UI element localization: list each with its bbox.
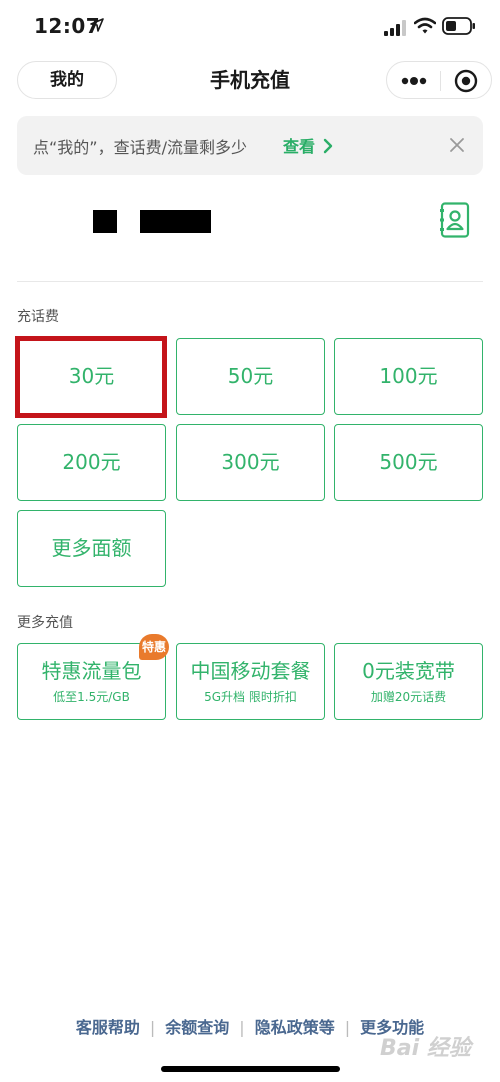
contacts-book-icon[interactable] (440, 202, 470, 238)
footer-separator: | (149, 1018, 156, 1037)
promo-title: 0元装宽带 (362, 659, 455, 683)
capsule-divider (440, 71, 441, 91)
watermark: Bai 经验 (380, 1036, 471, 1061)
footer-separator: | (239, 1018, 245, 1037)
amount-option-300[interactable]: 300元 (176, 424, 325, 501)
promo-card-broadband[interactable]: 0元装宽带 加赠20元话费 (334, 643, 483, 720)
query-banner: 点“我的”，查话费/流量剩多少 查看 (17, 116, 483, 175)
page: 12:07 我的 手机充值 点“我的”，查话费/流量剩多少 查看 充话费 30元… (0, 0, 500, 1082)
signal-icon (384, 20, 406, 36)
promo-card-mobile-plan[interactable]: 中国移动套餐 5G升档 限时折扣 (176, 643, 325, 720)
amount-option-100[interactable]: 100元 (334, 338, 483, 415)
phone-number-redaction (140, 210, 211, 233)
battery-icon (442, 17, 475, 35)
banner-view-link[interactable]: 查看 (283, 133, 315, 157)
target-icon[interactable] (454, 69, 478, 93)
chevron-right-icon[interactable] (323, 138, 333, 154)
promo-badge: 特惠 (139, 634, 169, 660)
footer-separator: | (344, 1018, 351, 1037)
banner-text: 点“我的”，查话费/流量剩多少 (33, 138, 247, 157)
wifi-icon (414, 17, 436, 34)
status-bar: 12:07 (0, 0, 500, 54)
amount-option-500[interactable]: 500元 (334, 424, 483, 501)
footer-link-balance[interactable]: 余额查询 (165, 1018, 229, 1037)
promo-title: 中国移动套餐 (190, 659, 311, 683)
more-amounts-button[interactable]: 更多面额 (17, 510, 166, 587)
promo-subtitle: 加赠20元话费 (370, 690, 447, 704)
section-label-more: 更多充值 (17, 615, 73, 631)
promo-title: 特惠流量包 (41, 659, 142, 683)
footer-link-help[interactable]: 客服帮助 (76, 1018, 140, 1037)
amount-option-200[interactable]: 200元 (17, 424, 166, 501)
amount-option-30[interactable]: 30元 (17, 338, 166, 415)
amount-option-50[interactable]: 50元 (176, 338, 325, 415)
more-dots-icon[interactable] (401, 76, 427, 86)
phone-number-redaction (93, 210, 117, 233)
divider (17, 281, 483, 282)
location-arrow-icon (90, 18, 104, 32)
footer-link-privacy[interactable]: 隐私政策等 (255, 1018, 335, 1037)
promo-subtitle: 低至1.5元/GB (53, 690, 130, 704)
section-label-recharge: 充话费 (17, 309, 59, 325)
promo-subtitle: 5G升档 限时折扣 (204, 690, 297, 704)
miniprogram-capsule (386, 61, 492, 99)
page-title: 手机充值 (210, 68, 290, 92)
mine-button[interactable]: 我的 (17, 61, 117, 99)
home-indicator (161, 1066, 340, 1072)
close-icon[interactable] (449, 137, 465, 153)
